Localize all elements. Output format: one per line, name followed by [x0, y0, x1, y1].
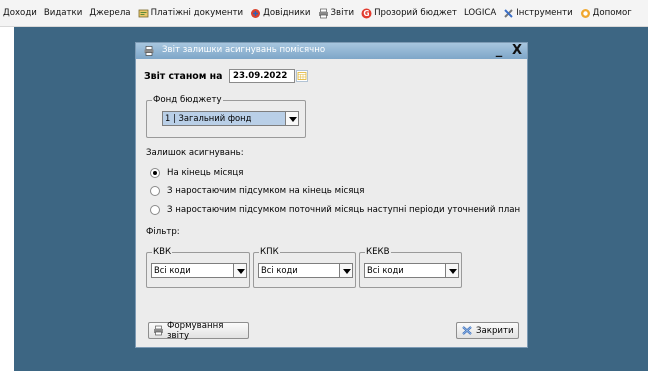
directories-icon [251, 8, 261, 18]
filter-kpk-select[interactable]: Всі коди [258, 263, 353, 278]
filter-kpk-legend: КПК [259, 247, 280, 257]
calendar-icon [297, 72, 307, 80]
menu-item-reports[interactable]: Звіти [318, 8, 354, 19]
calendar-button[interactable] [296, 70, 308, 82]
transparent-budget-icon: G [361, 8, 372, 18]
menu-item-tools[interactable]: Інструменти [503, 8, 573, 19]
menu-item-logica[interactable]: LOGICA [464, 8, 496, 18]
printer-icon [318, 8, 328, 18]
close-dialog-button[interactable]: Закрити [456, 322, 519, 339]
filter-label: Фільтр: [146, 227, 180, 237]
menu-item-expenses[interactable]: Видатки [44, 8, 82, 18]
menu-item-income[interactable]: Доходи [3, 8, 37, 18]
radio-end-of-month[interactable] [150, 168, 160, 178]
menu-item-transparent-budget[interactable]: G Прозорий бюджет [361, 8, 457, 19]
filter-group-kekv: КЕКВ Всі коди [359, 247, 462, 288]
filter-group-kvk: КВК Всі коди [146, 247, 250, 288]
printer-icon [144, 46, 154, 56]
bottom-margin [0, 371, 648, 385]
report-date-field[interactable]: 23.09.2022 [229, 69, 295, 83]
dialog-titlebar[interactable]: Звіт залишки асигнувань помісячно _ X [136, 43, 527, 59]
close-x-icon [462, 326, 472, 335]
payment-documents-icon [138, 9, 148, 17]
radio-cumulative-end-of-month[interactable] [150, 186, 160, 196]
radio-cumulative-current-month[interactable] [150, 205, 160, 215]
menu-item-help[interactable]: Допомог [580, 8, 632, 19]
filter-kvk-select[interactable]: Всі коди [151, 263, 247, 278]
generate-report-button[interactable]: Формування звіту [148, 321, 249, 341]
minimize-button[interactable]: _ [492, 44, 506, 58]
dialog-title: Звіт залишки асигнувань помісячно [162, 45, 326, 55]
tools-icon [504, 8, 513, 18]
balance-label: Залишок асигнувань: [146, 148, 244, 158]
report-date-label: Звіт станом на [144, 71, 223, 82]
printer-icon [153, 325, 163, 336]
radio-cumulative-end-of-month-label: З наростаючим підсумком на кінець місяця [167, 186, 365, 196]
filter-kekv-legend: КЕКВ [365, 247, 391, 257]
main-menu-bar: Доходи Видатки Джерела Платіжні документ… [0, 0, 648, 27]
close-button[interactable]: X [510, 44, 524, 58]
left-margin [0, 27, 14, 385]
budget-fund-select[interactable]: 1 | Загальний фонд [162, 111, 299, 126]
menu-item-sources[interactable]: Джерела [89, 8, 130, 18]
svg-text:G: G [363, 9, 369, 18]
help-icon [580, 8, 590, 18]
radio-cumulative-current-month-label: З наростаючим підсумком поточний місяць … [167, 205, 521, 215]
filter-group-kpk: КПК Всі коди [253, 247, 356, 288]
filter-kekv-select[interactable]: Всі коди [364, 263, 459, 278]
chevron-down-icon[interactable] [285, 111, 299, 126]
radio-end-of-month-label: На кінець місяця [167, 168, 244, 178]
chevron-down-icon[interactable] [339, 263, 353, 278]
budget-fund-group: Фонд бюджету 1 | Загальний фонд [146, 95, 306, 138]
filter-kvk-legend: КВК [152, 247, 173, 257]
chevron-down-icon[interactable] [445, 263, 459, 278]
chevron-down-icon[interactable] [233, 263, 247, 278]
menu-item-directories[interactable]: Довідники [250, 8, 311, 19]
report-dialog: Звіт залишки асигнувань помісячно _ X Зв… [135, 42, 528, 348]
budget-fund-legend: Фонд бюджету [152, 95, 223, 105]
menu-item-payment-documents[interactable]: Платіжні документи [138, 8, 243, 19]
